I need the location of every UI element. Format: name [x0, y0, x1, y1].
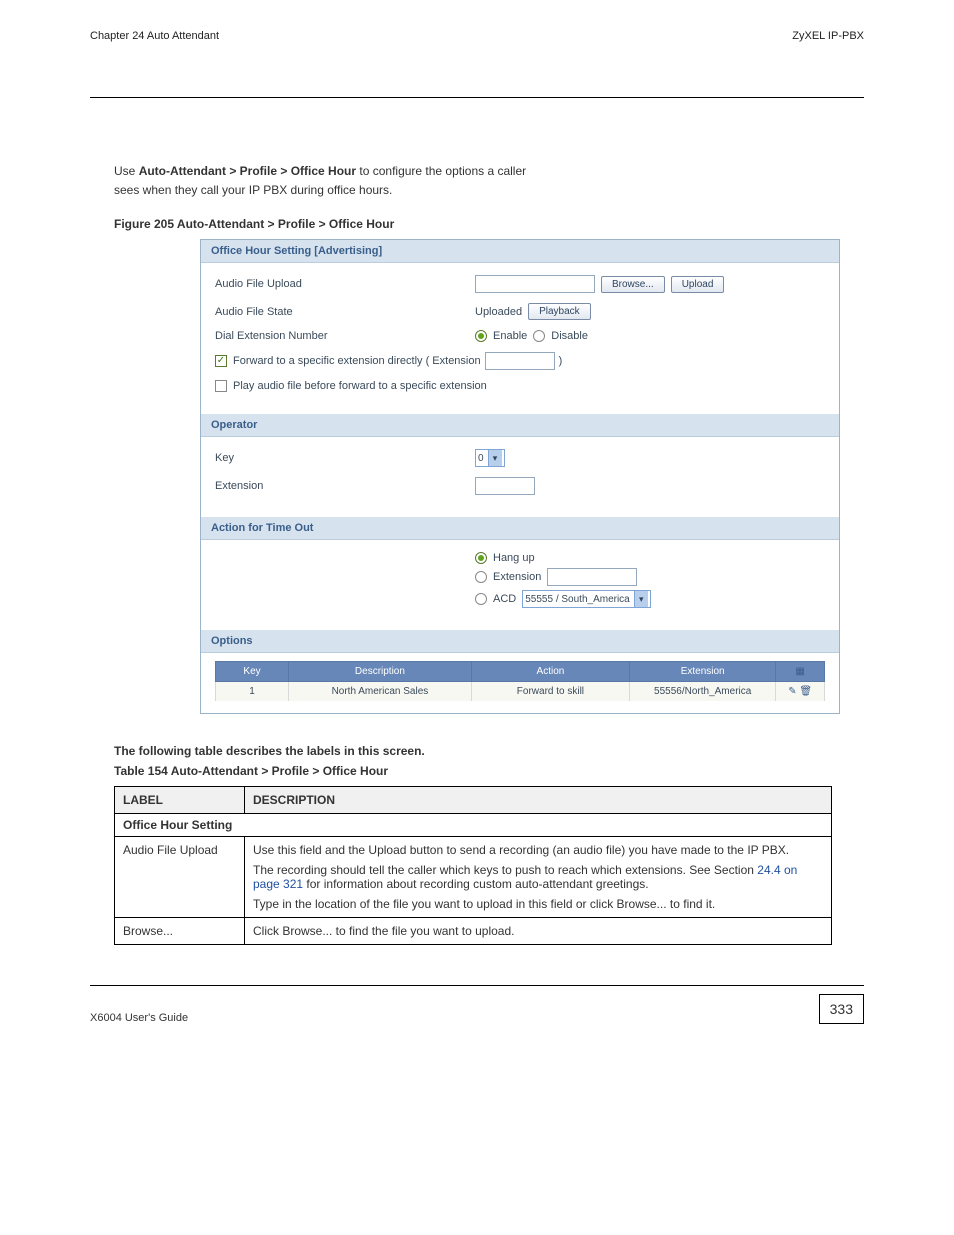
delete-icon[interactable]: 🗑 — [799, 686, 812, 697]
upload-button[interactable]: Upload — [671, 276, 725, 293]
timeout-extension-input[interactable] — [547, 568, 637, 586]
opt-head-action: Action — [471, 662, 629, 682]
intro-bold: Auto-Attendant > Profile > Office Hour — [139, 164, 356, 178]
opt-row-ext: 55556/North_America — [630, 682, 776, 702]
opt-head-desc: Description — [289, 662, 472, 682]
add-icon[interactable]: ▦ — [795, 666, 804, 677]
disable-label: Disable — [551, 330, 588, 342]
section-options: Options — [201, 630, 839, 653]
acd-value: 55555 / South_America — [525, 594, 630, 605]
doc-desc-mid: The recording should tell the caller whi… — [253, 863, 757, 877]
hangup-label: Hang up — [493, 552, 535, 564]
enable-label: Enable — [493, 330, 527, 342]
operator-key-select[interactable]: 0 ▾ — [475, 449, 505, 467]
opt-head-add[interactable]: ▦ — [776, 662, 825, 682]
operator-extension-input[interactable] — [475, 477, 535, 495]
intro-line2: sees when they call your IP PBX during o… — [114, 183, 392, 197]
doc-desc-bot: Type in the location of the file you wan… — [253, 897, 823, 911]
forward-label-post: ) — [559, 355, 563, 367]
chevron-down-icon: ▾ — [488, 450, 502, 466]
doc-row-desc: Use this field and the Upload button to … — [245, 837, 832, 918]
audio-state-value: Uploaded — [475, 306, 522, 318]
doc-section-row: Office Hour Setting — [115, 814, 832, 837]
timeout-extension-radio[interactable] — [475, 571, 487, 583]
operator-key-value: 0 — [478, 453, 484, 464]
acd-label: ACD — [493, 593, 516, 605]
doc-row-desc: Click Browse... to find the file you wan… — [245, 918, 832, 945]
top-rule — [90, 97, 864, 98]
header-subtitle: ZyXEL IP-PBX — [792, 30, 864, 42]
chapter-title: Chapter 24 Auto Attendant — [90, 30, 219, 42]
opt-row-key: 1 — [216, 682, 289, 702]
options-table: Key Description Action Extension ▦ 1 Nor… — [215, 661, 825, 701]
acd-select[interactable]: 55555 / South_America ▾ — [522, 590, 651, 608]
audio-upload-path-input[interactable] — [475, 275, 595, 293]
doc-row-label: Browse... — [115, 918, 245, 945]
dial-extension-label: Dial Extension Number — [215, 330, 475, 342]
page-number: 333 — [819, 994, 864, 1024]
table-row: Browse... Click Browse... to find the fi… — [115, 918, 832, 945]
play-before-label: Play audio file before forward to a spec… — [233, 380, 487, 392]
chevron-down-icon: ▾ — [634, 591, 648, 607]
intro-paragraph: Use Auto-Attendant > Profile > Office Ho… — [114, 162, 834, 199]
doc-table-title: Table 154 Auto-Attendant > Profile > Off… — [114, 764, 864, 778]
playback-button[interactable]: Playback — [528, 303, 591, 320]
screenshot-panel: Office Hour Setting [Advertising] Audio … — [200, 239, 840, 714]
opt-head-ext: Extension — [630, 662, 776, 682]
doc-col-label: LABEL — [115, 787, 245, 814]
table-row: Audio File Upload Use this field and the… — [115, 837, 832, 918]
section-operator: Operator — [201, 414, 839, 437]
opt-row-action: Forward to skill — [471, 682, 629, 702]
doc-table-caption: The following table describes the labels… — [114, 744, 864, 758]
disable-radio[interactable] — [533, 330, 545, 342]
doc-row-label: Audio File Upload — [115, 837, 245, 918]
operator-extension-label: Extension — [215, 480, 475, 492]
doc-col-desc: DESCRIPTION — [245, 787, 832, 814]
manual-title: X6004 User's Guide — [90, 1012, 188, 1024]
section-office-hour: Office Hour Setting [Advertising] — [201, 240, 839, 263]
field-description-table: LABEL DESCRIPTION Office Hour Setting Au… — [114, 786, 832, 945]
audio-upload-label: Audio File Upload — [215, 278, 475, 290]
edit-icon[interactable]: ✎ — [788, 686, 796, 697]
audio-state-label: Audio File State — [215, 306, 475, 318]
forward-extension-input[interactable] — [485, 352, 555, 370]
browse-button[interactable]: Browse... — [601, 276, 665, 293]
doc-desc-mid2: for information about recording custom a… — [306, 877, 648, 891]
enable-radio[interactable] — [475, 330, 487, 342]
section-timeout: Action for Time Out — [201, 517, 839, 540]
opt-row-desc: North American Sales — [289, 682, 472, 702]
opt-head-key: Key — [216, 662, 289, 682]
forward-checkbox[interactable]: ✓ — [215, 355, 227, 367]
timeout-hangup-radio[interactable] — [475, 552, 487, 564]
intro-prefix: Use — [114, 164, 139, 178]
footer: X6004 User's Guide 333 — [90, 994, 864, 1024]
table-row: 1 North American Sales Forward to skill … — [216, 682, 825, 702]
timeout-acd-radio[interactable] — [475, 593, 487, 605]
doc-desc-top: Use this field and the Upload button to … — [253, 843, 823, 857]
forward-label-pre: Forward to a specific extension directly… — [233, 355, 481, 367]
figure-caption: Figure 205 Auto-Attendant > Profile > Of… — [114, 217, 864, 231]
timeout-extension-label: Extension — [493, 571, 541, 583]
operator-key-label: Key — [215, 452, 475, 464]
play-before-checkbox[interactable] — [215, 380, 227, 392]
intro-suffix: to configure the options a caller — [359, 164, 526, 178]
bottom-rule — [90, 985, 864, 986]
